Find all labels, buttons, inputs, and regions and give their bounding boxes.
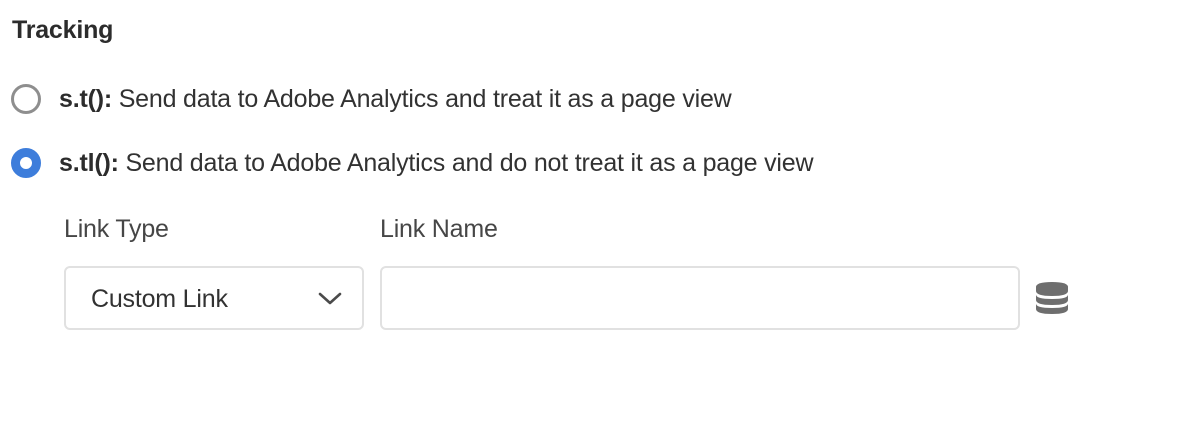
radio-description: Send data to Adobe Analytics and treat i… <box>111 84 732 113</box>
database-icon <box>1036 282 1068 314</box>
radio-unchecked[interactable] <box>11 84 41 114</box>
section-title: Tracking <box>12 16 114 44</box>
radio-label: s.t(): Send data to Adobe Analytics and … <box>59 85 732 114</box>
link-type-value: Custom Link <box>91 285 228 313</box>
radio-label: s.tl(): Send data to Adobe Analytics and… <box>59 148 814 178</box>
link-name-input[interactable] <box>380 266 1020 330</box>
tracking-option-link[interactable]: s.tl(): Send data to Adobe Analytics and… <box>11 148 814 178</box>
radio-code: s.t(): <box>59 84 112 113</box>
link-type-select[interactable]: Custom Link <box>64 266 364 330</box>
link-type-label: Link Type <box>64 215 169 243</box>
radio-checked[interactable] <box>11 148 41 178</box>
chevron-down-icon <box>318 292 342 305</box>
radio-code: s.tl(): <box>59 148 119 177</box>
tracking-option-page-view[interactable]: s.t(): Send data to Adobe Analytics and … <box>11 84 732 114</box>
link-name-label: Link Name <box>380 215 498 243</box>
data-element-button[interactable] <box>1030 278 1074 318</box>
radio-description: Send data to Adobe Analytics and do not … <box>118 148 814 177</box>
